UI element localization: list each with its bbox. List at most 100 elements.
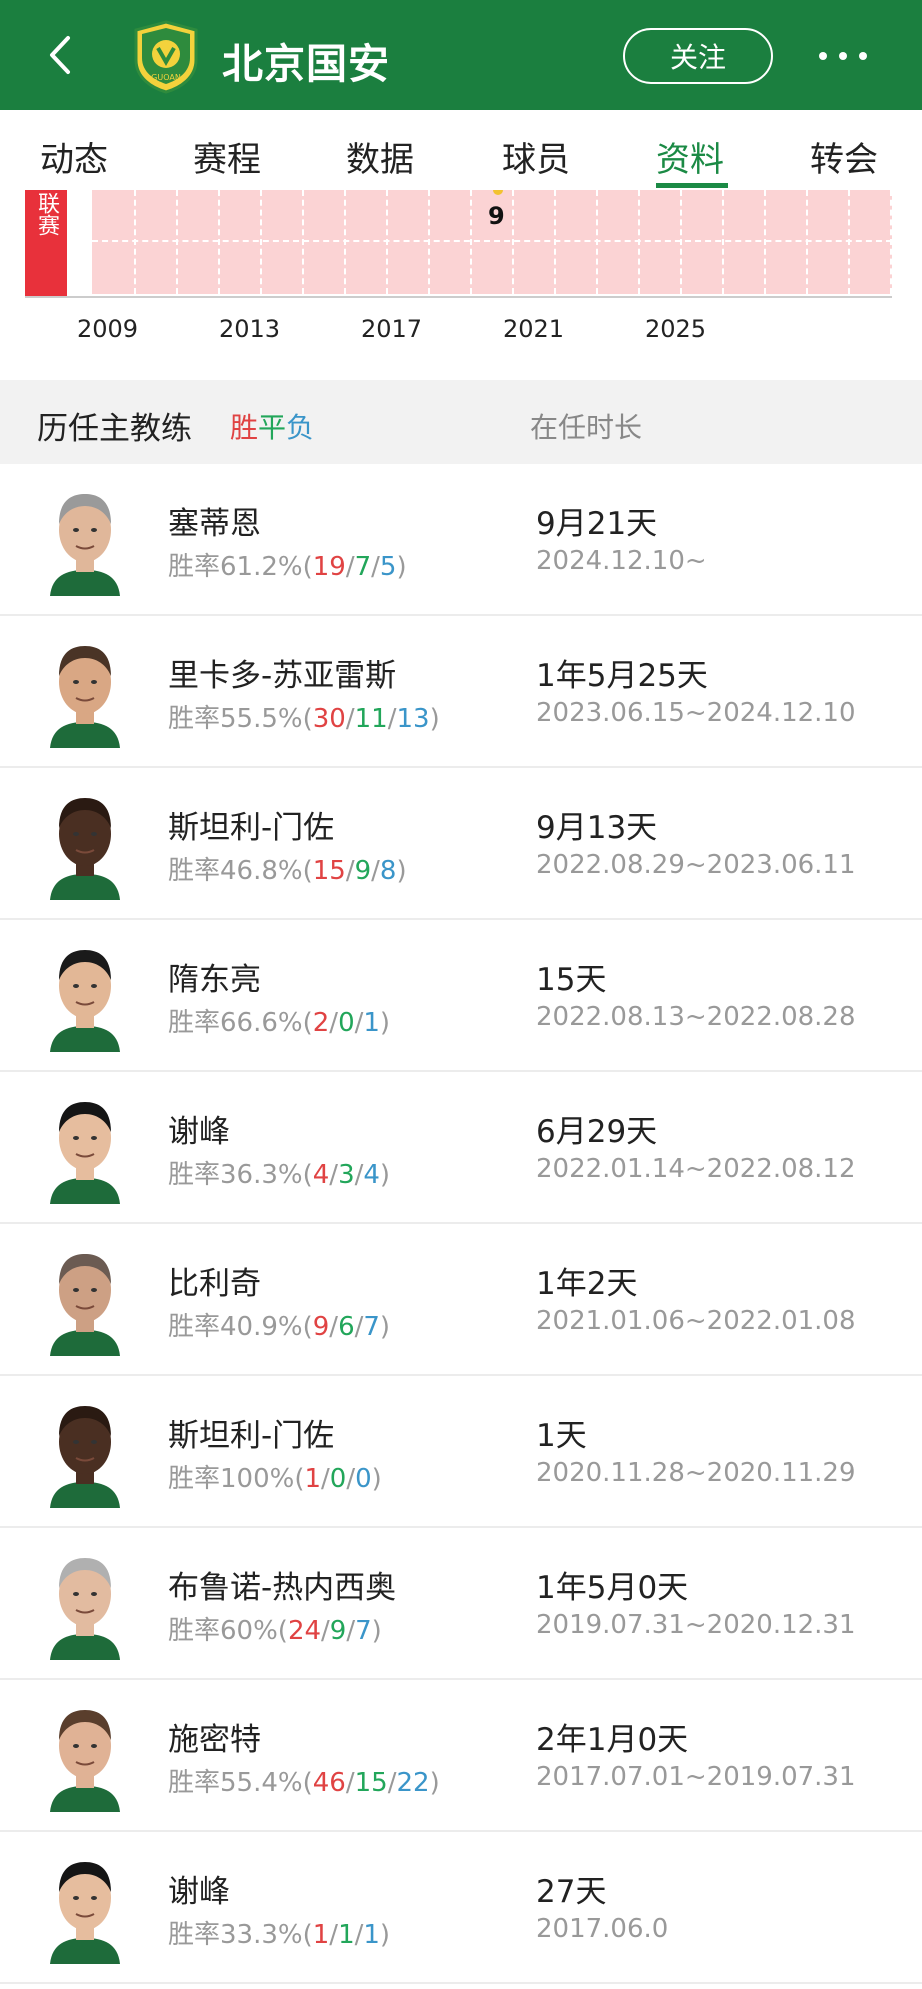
draws-count: 9 (329, 1616, 347, 1646)
follow-button[interactable]: 关注 (623, 28, 773, 84)
separator: / (371, 552, 380, 582)
win-rate-text: 胜率66.6%( (168, 1008, 313, 1038)
coach-tenure: 6月29天 (536, 1114, 658, 1150)
coach-win-rate: 胜率61.2%(19/7/5) (168, 546, 407, 583)
coach-tenure: 1年2天 (536, 1266, 638, 1302)
win-rate-text: 胜率60%( (168, 1616, 288, 1646)
grid-line (512, 190, 514, 294)
tab-players[interactable]: 球员 (502, 132, 570, 181)
coach-avatar (46, 788, 124, 900)
coach-dates: 2023.06.15~2024.12.10 (536, 698, 856, 728)
coach-tenure: 27天 (536, 1874, 607, 1910)
coach-name: 施密特 (168, 1722, 261, 1758)
coach-avatar (46, 636, 124, 748)
coach-avatar (46, 940, 124, 1052)
draws-count: 0 (338, 1008, 355, 1038)
coach-row[interactable]: 布鲁诺-热内西奥 胜率60%(24/9/7) 1年5月0天 2019.07.31~20… (0, 1528, 922, 1680)
tab-news[interactable]: 动态 (40, 132, 108, 181)
coach-avatar (46, 1700, 124, 1812)
coach-row[interactable]: 斯坦利-门佐 胜率46.8%(15/9/8) 9月13天 2022.08.29~202… (0, 768, 922, 920)
closing-paren: ) (379, 1008, 391, 1038)
grid-line (428, 190, 430, 294)
coach-tenure: 1天 (536, 1418, 587, 1454)
coach-name: 塞蒂恩 (168, 506, 261, 542)
legend-loss: 负 (286, 411, 315, 444)
coach-dates: 2022.08.29~2023.06.11 (536, 850, 856, 880)
tab-transfers[interactable]: 转会 (810, 132, 878, 181)
grid-line (302, 190, 304, 294)
losses-count: 4 (363, 1160, 380, 1190)
coach-dates: 2017.06.0 (536, 1914, 669, 1944)
league-history-chart: 联赛 9 2009 2013 2017 2021 2025 (0, 190, 922, 380)
coach-tenure: 9月21天 (536, 506, 658, 542)
grid-line (386, 190, 388, 294)
win-rate-text: 胜率36.3%( (168, 1160, 313, 1190)
draws-count: 11 (354, 704, 388, 734)
coach-avatar (46, 1852, 124, 1964)
coach-tenure: 1年5月25天 (536, 658, 708, 694)
tab-info[interactable]: 资料 (656, 132, 724, 181)
grid-line (218, 190, 220, 294)
legend-draw: 平 (258, 411, 287, 444)
wins-count: 15 (312, 856, 346, 886)
coach-win-rate: 胜率36.3%(4/3/4) (168, 1154, 390, 1191)
year-tick-label: 2013 (219, 315, 281, 343)
closing-paren: ) (396, 552, 407, 582)
coach-avatar (46, 1548, 124, 1660)
losses-count: 7 (363, 1312, 380, 1342)
result-legend: 胜平负 (230, 406, 314, 446)
coach-row[interactable]: 斯坦利-门佐 胜率100%(1/0/0) 1天 2020.11.28~2020.11.… (0, 1376, 922, 1528)
coach-row[interactable]: 塞蒂恩胜率61.2%(19/7/5) 9月21天 2024.12.10~ (0, 464, 922, 616)
win-rate-text: 胜率55.5%( (168, 704, 313, 734)
coach-dates: 2022.08.13~2022.08.28 (536, 1002, 856, 1032)
losses-count: 1 (363, 1008, 380, 1038)
grid-line (176, 190, 178, 294)
tab-schedule[interactable]: 赛程 (193, 132, 261, 181)
losses-count: 13 (396, 704, 430, 734)
wins-count: 2 (312, 1008, 330, 1038)
coach-win-rate: 胜率46.8%(15/9/8) (168, 850, 407, 887)
coach-avatar (46, 1396, 124, 1508)
grid-line (806, 190, 808, 294)
coach-dates: 2024.12.10~ (536, 546, 707, 576)
coach-name: 布鲁诺-热内西奥 (168, 1570, 397, 1606)
coach-row[interactable]: 里卡多-苏亚雷斯 胜率55.5%(30/11/13) 1年5月25天 2023.06.… (0, 616, 922, 768)
losses-count: 22 (396, 1768, 430, 1798)
back-icon[interactable] (40, 30, 80, 80)
league-row-label: 联赛 (25, 190, 67, 297)
separator: / (371, 856, 380, 886)
coach-avatar (46, 484, 124, 596)
coach-win-rate: 胜率55.5%(30/11/13) (168, 698, 440, 735)
coach-win-rate: 胜率40.9%(9/6/7) (168, 1306, 390, 1343)
win-rate-text: 胜率55.4%( (168, 1768, 313, 1798)
coach-row[interactable]: 施密特 胜率55.4%(46/15/22) 2年1月0天 2017.07.01~201… (0, 1680, 922, 1832)
grid-line (470, 190, 472, 294)
separator: / (345, 552, 355, 582)
coach-tenure: 1年5月0天 (536, 1570, 689, 1606)
coach-tenure: 2年1月0天 (536, 1722, 689, 1758)
wins-count: 46 (312, 1768, 346, 1798)
separator: / (329, 1920, 339, 1950)
grid-line (344, 190, 346, 294)
coach-row[interactable]: 比利奇 胜率40.9%(9/6/7) 1年2天 2021.01.06~2022.01.… (0, 1224, 922, 1376)
coach-win-rate: 胜率55.4%(46/15/22) (168, 1762, 440, 1799)
coach-dates: 2022.01.14~2022.08.12 (536, 1154, 856, 1184)
grid-line (92, 240, 892, 242)
grid-line (848, 190, 850, 294)
tab-bar: 动态 赛程 数据 球员 资料 转会 (0, 110, 922, 190)
closing-paren: ) (429, 704, 440, 734)
coach-row[interactable]: 谢峰 胜率36.3%(4/3/4) 6月29天 2022.01.14~2022.08.… (0, 1072, 922, 1224)
losses-count: 1 (363, 1920, 380, 1950)
closing-paren: ) (396, 856, 407, 886)
tab-stats[interactable]: 数据 (346, 132, 414, 181)
logo-text: GUOAN (151, 73, 181, 82)
tenure-header: 在任时长 (530, 411, 643, 444)
more-icon[interactable] (815, 30, 875, 80)
separator: / (345, 704, 355, 734)
coach-row[interactable]: 谢峰 胜率33.3%(1/1/1) 27天 2017.06.0 (0, 1832, 922, 1984)
coach-avatar (46, 1244, 124, 1356)
losses-count: 0 (355, 1464, 372, 1494)
grid-line (134, 190, 136, 294)
coach-row[interactable]: 隋东亮 胜率66.6%(2/0/1) 15天 2022.08.13~2022.08.2… (0, 920, 922, 1072)
coach-name: 隋东亮 (168, 962, 261, 998)
